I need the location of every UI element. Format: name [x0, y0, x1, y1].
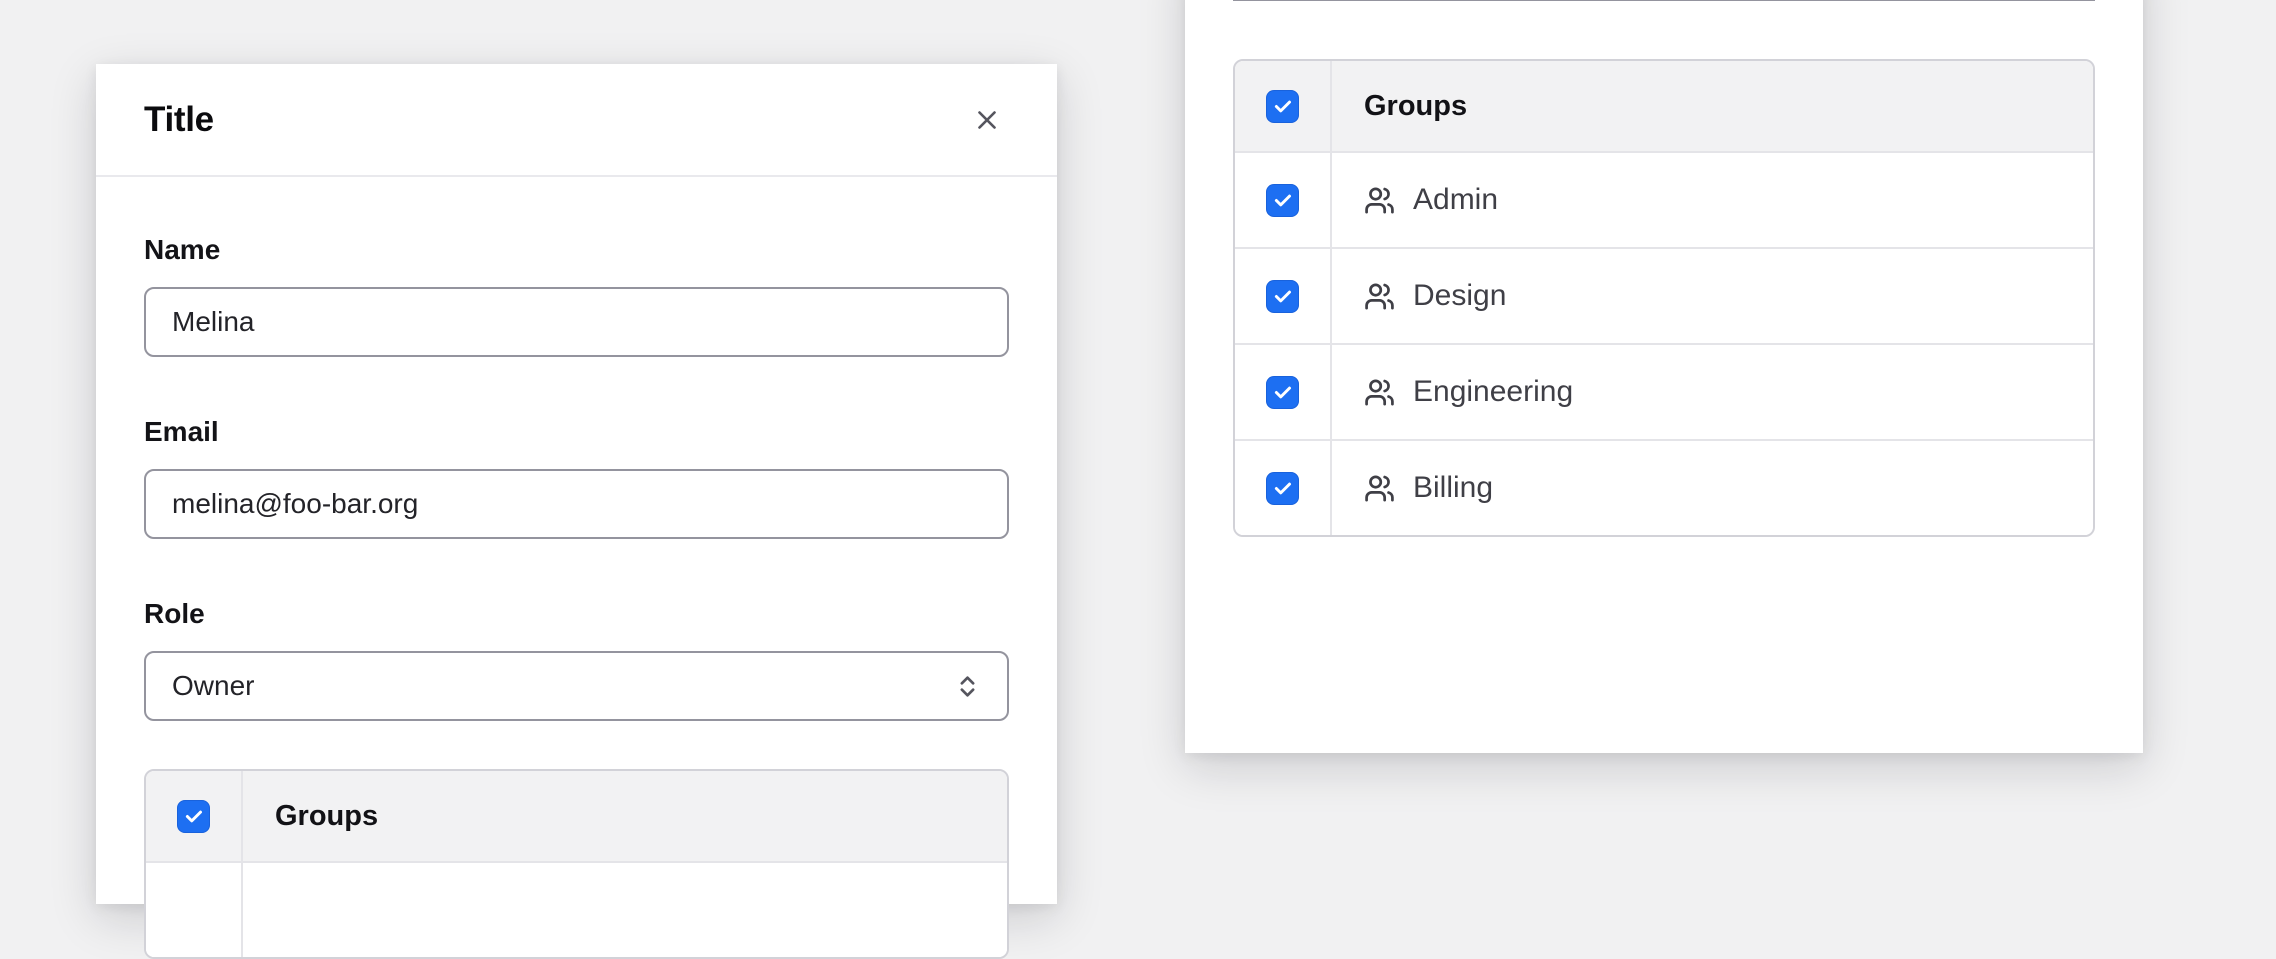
check-icon	[1272, 96, 1293, 117]
table-header-label: Groups	[243, 771, 1007, 861]
name-label: Name	[144, 233, 1009, 267]
role-select[interactable]: Owner	[144, 651, 1009, 721]
table-row[interactable]	[146, 861, 1007, 957]
select-all-checkbox[interactable]	[1266, 90, 1299, 123]
table-row[interactable]: Design	[1235, 247, 2093, 343]
group-name: Admin	[1413, 183, 1498, 217]
row-label-cell: Admin	[1332, 153, 2093, 247]
table-header-row: Groups	[146, 771, 1007, 861]
table-row[interactable]: Admin	[1235, 151, 2093, 247]
role-field-group: Role Owner	[144, 597, 1009, 721]
row-checkbox[interactable]	[1266, 184, 1299, 217]
row-label-cell: Billing	[1332, 441, 2093, 535]
dialog-body: Name Email Role Owner	[96, 177, 1057, 959]
table-header-row: Groups	[1235, 61, 2093, 151]
name-input[interactable]	[144, 287, 1009, 357]
table-header-label: Groups	[1332, 61, 2093, 151]
row-checkbox[interactable]	[1266, 280, 1299, 313]
check-icon	[1272, 190, 1293, 211]
row-checkbox[interactable]	[1266, 472, 1299, 505]
email-label: Email	[144, 415, 1009, 449]
role-select-value: Owner	[172, 670, 254, 702]
users-icon	[1364, 185, 1395, 216]
row-check-cell	[1235, 441, 1332, 535]
close-button[interactable]	[965, 98, 1009, 142]
close-icon	[972, 105, 1002, 135]
check-icon	[1272, 286, 1293, 307]
users-icon	[1364, 377, 1395, 408]
dialog-groups-table: Groups	[144, 769, 1009, 959]
email-field-group: Email	[144, 415, 1009, 539]
header-check-cell	[1235, 61, 1332, 151]
row-label-cell	[243, 863, 1007, 957]
row-label-cell: Engineering	[1332, 345, 2093, 439]
table-row[interactable]: Engineering	[1235, 343, 2093, 439]
chevron-updown-icon	[954, 673, 981, 700]
groups-panel: Groups	[1185, 0, 2143, 753]
row-label-cell: Design	[1332, 249, 2093, 343]
dialog-title: Title	[144, 100, 214, 140]
group-name: Design	[1413, 279, 1506, 313]
page-background: { "colors": { "accent_blue": "#1d6ff2", …	[0, 0, 2276, 874]
email-input[interactable]	[144, 469, 1009, 539]
role-label: Role	[144, 597, 1009, 631]
cut-off-input-bottom	[1233, 0, 2095, 1]
select-all-checkbox[interactable]	[177, 800, 210, 833]
header-check-cell	[146, 771, 243, 861]
check-icon	[1272, 382, 1293, 403]
panel-groups-table: Groups	[1233, 59, 2095, 537]
dialog-header: Title	[96, 64, 1057, 177]
check-icon	[183, 806, 204, 827]
users-icon	[1364, 281, 1395, 312]
user-dialog: Title Name Email Role Owner	[96, 64, 1057, 904]
row-check-cell	[1235, 345, 1332, 439]
group-name: Engineering	[1413, 375, 1573, 409]
users-icon	[1364, 473, 1395, 504]
row-checkbox[interactable]	[1266, 376, 1299, 409]
row-check-cell	[1235, 249, 1332, 343]
group-name: Billing	[1413, 471, 1493, 505]
row-check-cell	[146, 863, 243, 957]
table-row[interactable]: Billing	[1235, 439, 2093, 535]
check-icon	[1272, 478, 1293, 499]
row-check-cell	[1235, 153, 1332, 247]
name-field-group: Name	[144, 233, 1009, 357]
